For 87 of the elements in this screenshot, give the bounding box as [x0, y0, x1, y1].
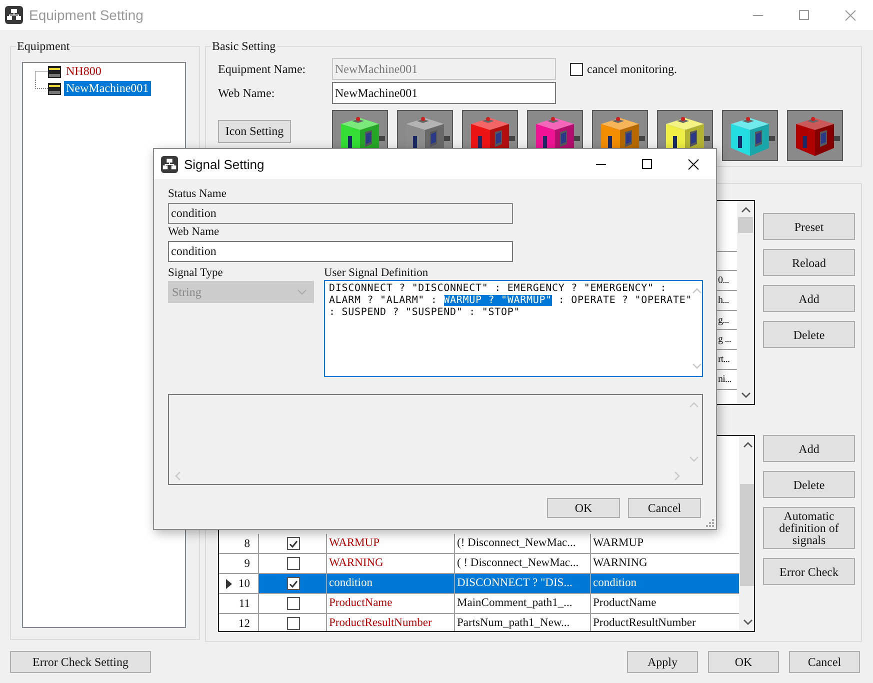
tree-line — [35, 80, 48, 89]
group-title: Equipment — [16, 39, 71, 53]
table-cell: WARNING — [327, 554, 455, 573]
side-button[interactable]: Preset — [763, 213, 855, 240]
row-number: 8 — [244, 538, 250, 550]
field-label: User Signal Definition — [324, 266, 430, 280]
side-button[interactable]: Error Check — [763, 558, 855, 585]
table-cell: PartsNum_path1_New... — [455, 614, 591, 631]
dialog-button[interactable]: OK — [547, 498, 620, 518]
tree-line — [35, 71, 48, 80]
table-cell: ProductResultNumber — [327, 614, 455, 631]
side-button[interactable]: Add — [763, 285, 855, 312]
machine-icon[interactable] — [722, 110, 778, 161]
checkbox[interactable] — [287, 597, 300, 610]
table-cell: DISCONNECT ? "DIS... — [455, 574, 591, 593]
web-name-field[interactable]: condition — [168, 241, 513, 262]
close-icon — [688, 158, 698, 170]
maximize-icon — [799, 10, 809, 20]
table-cell-text: g ... — [718, 333, 732, 348]
dialog-button[interactable]: Cancel — [628, 498, 701, 518]
table-cell-text: g... — [718, 314, 730, 328]
close-icon — [844, 10, 856, 20]
table-cell: MainComment_path1_... — [455, 594, 591, 613]
resize-grip-icon[interactable] — [706, 519, 714, 527]
side-button[interactable]: Add — [763, 435, 855, 462]
error-check-setting-button[interactable]: Error Check Setting — [10, 651, 151, 673]
table-cell: ProductName — [327, 594, 455, 613]
checkmark-icon — [289, 580, 298, 588]
table-cell: ( ! Disconnect_NewMac... — [455, 554, 591, 573]
row-number: 12 — [238, 618, 250, 630]
scroll-down-icon[interactable] — [740, 392, 750, 398]
scrollbar-thumb[interactable] — [738, 217, 753, 233]
caret-icon — [297, 289, 307, 295]
maximize-icon — [642, 159, 652, 169]
table-cell: condition — [327, 574, 455, 593]
equipment-name-field[interactable]: NewMachine001 — [332, 58, 556, 80]
table-cell: condition — [591, 574, 739, 593]
checkbox[interactable] — [570, 62, 583, 76]
table-cell-text: ProductResultNumber — [592, 616, 697, 631]
table-cell-text: WARMUP — [592, 536, 644, 551]
status-name-field[interactable]: condition — [168, 203, 513, 224]
field-label: Signal Type — [168, 266, 224, 280]
checkmark-icon — [289, 540, 298, 548]
field-label: Equipment Name: — [218, 62, 307, 76]
side-button[interactable]: Delete — [763, 321, 855, 348]
row-number: 10 — [238, 578, 250, 590]
tree-item[interactable]: NewMachine001 — [64, 81, 151, 96]
app-icon — [5, 6, 23, 24]
table-cell-text: h... — [718, 294, 730, 308]
scrollbar-thumb[interactable] — [740, 484, 754, 586]
tree-item[interactable]: NH800 — [64, 64, 104, 79]
checkbox[interactable] — [287, 577, 300, 590]
row-number: 11 — [238, 598, 250, 610]
machine-icon — [48, 66, 61, 78]
checkbox[interactable] — [287, 557, 300, 570]
table-cell-text: ni... — [718, 372, 732, 387]
icon-setting-button[interactable]: Icon Setting — [218, 120, 291, 143]
dialog-button[interactable]: OK — [708, 651, 779, 673]
scroll-down-icon[interactable] — [742, 619, 752, 625]
table-cell-text: ProductName — [592, 596, 658, 611]
table-cell-text: 0... — [718, 274, 730, 288]
checkbox-label: cancel monitoring. — [587, 62, 677, 76]
side-button[interactable]: Reload — [763, 249, 855, 276]
table-cell-text: rt... — [718, 353, 731, 368]
field-label: Status Name — [168, 187, 226, 201]
current-row-icon — [226, 578, 232, 588]
row-number: 9 — [244, 558, 250, 570]
web-name-field[interactable]: NewMachine001 — [332, 82, 556, 104]
checkbox[interactable] — [287, 537, 300, 550]
checkbox[interactable] — [287, 617, 300, 630]
dialog-title: Signal Setting — [184, 156, 264, 172]
side-button[interactable]: Automatic definition of signals — [763, 507, 855, 549]
dialog-button[interactable]: Apply — [627, 651, 698, 673]
app-icon — [161, 156, 178, 172]
scroll-up-icon[interactable] — [742, 442, 752, 448]
machine-icon — [48, 82, 61, 94]
dialog-button[interactable]: Cancel — [789, 651, 860, 673]
group-title: Basic Setting — [211, 39, 277, 53]
side-button[interactable]: Delete — [763, 471, 855, 498]
scroll-up-icon[interactable] — [740, 207, 750, 213]
field-label: Web Name — [168, 225, 220, 239]
field-label: Web Name: — [218, 86, 276, 100]
table-cell: WARMUP — [327, 534, 455, 553]
window-title: Equipment Setting — [29, 7, 144, 23]
minimize-icon — [753, 14, 763, 16]
table-cell-text: WARNING — [592, 556, 648, 571]
table-cell: (! Disconnect_NewMac... — [455, 534, 591, 553]
